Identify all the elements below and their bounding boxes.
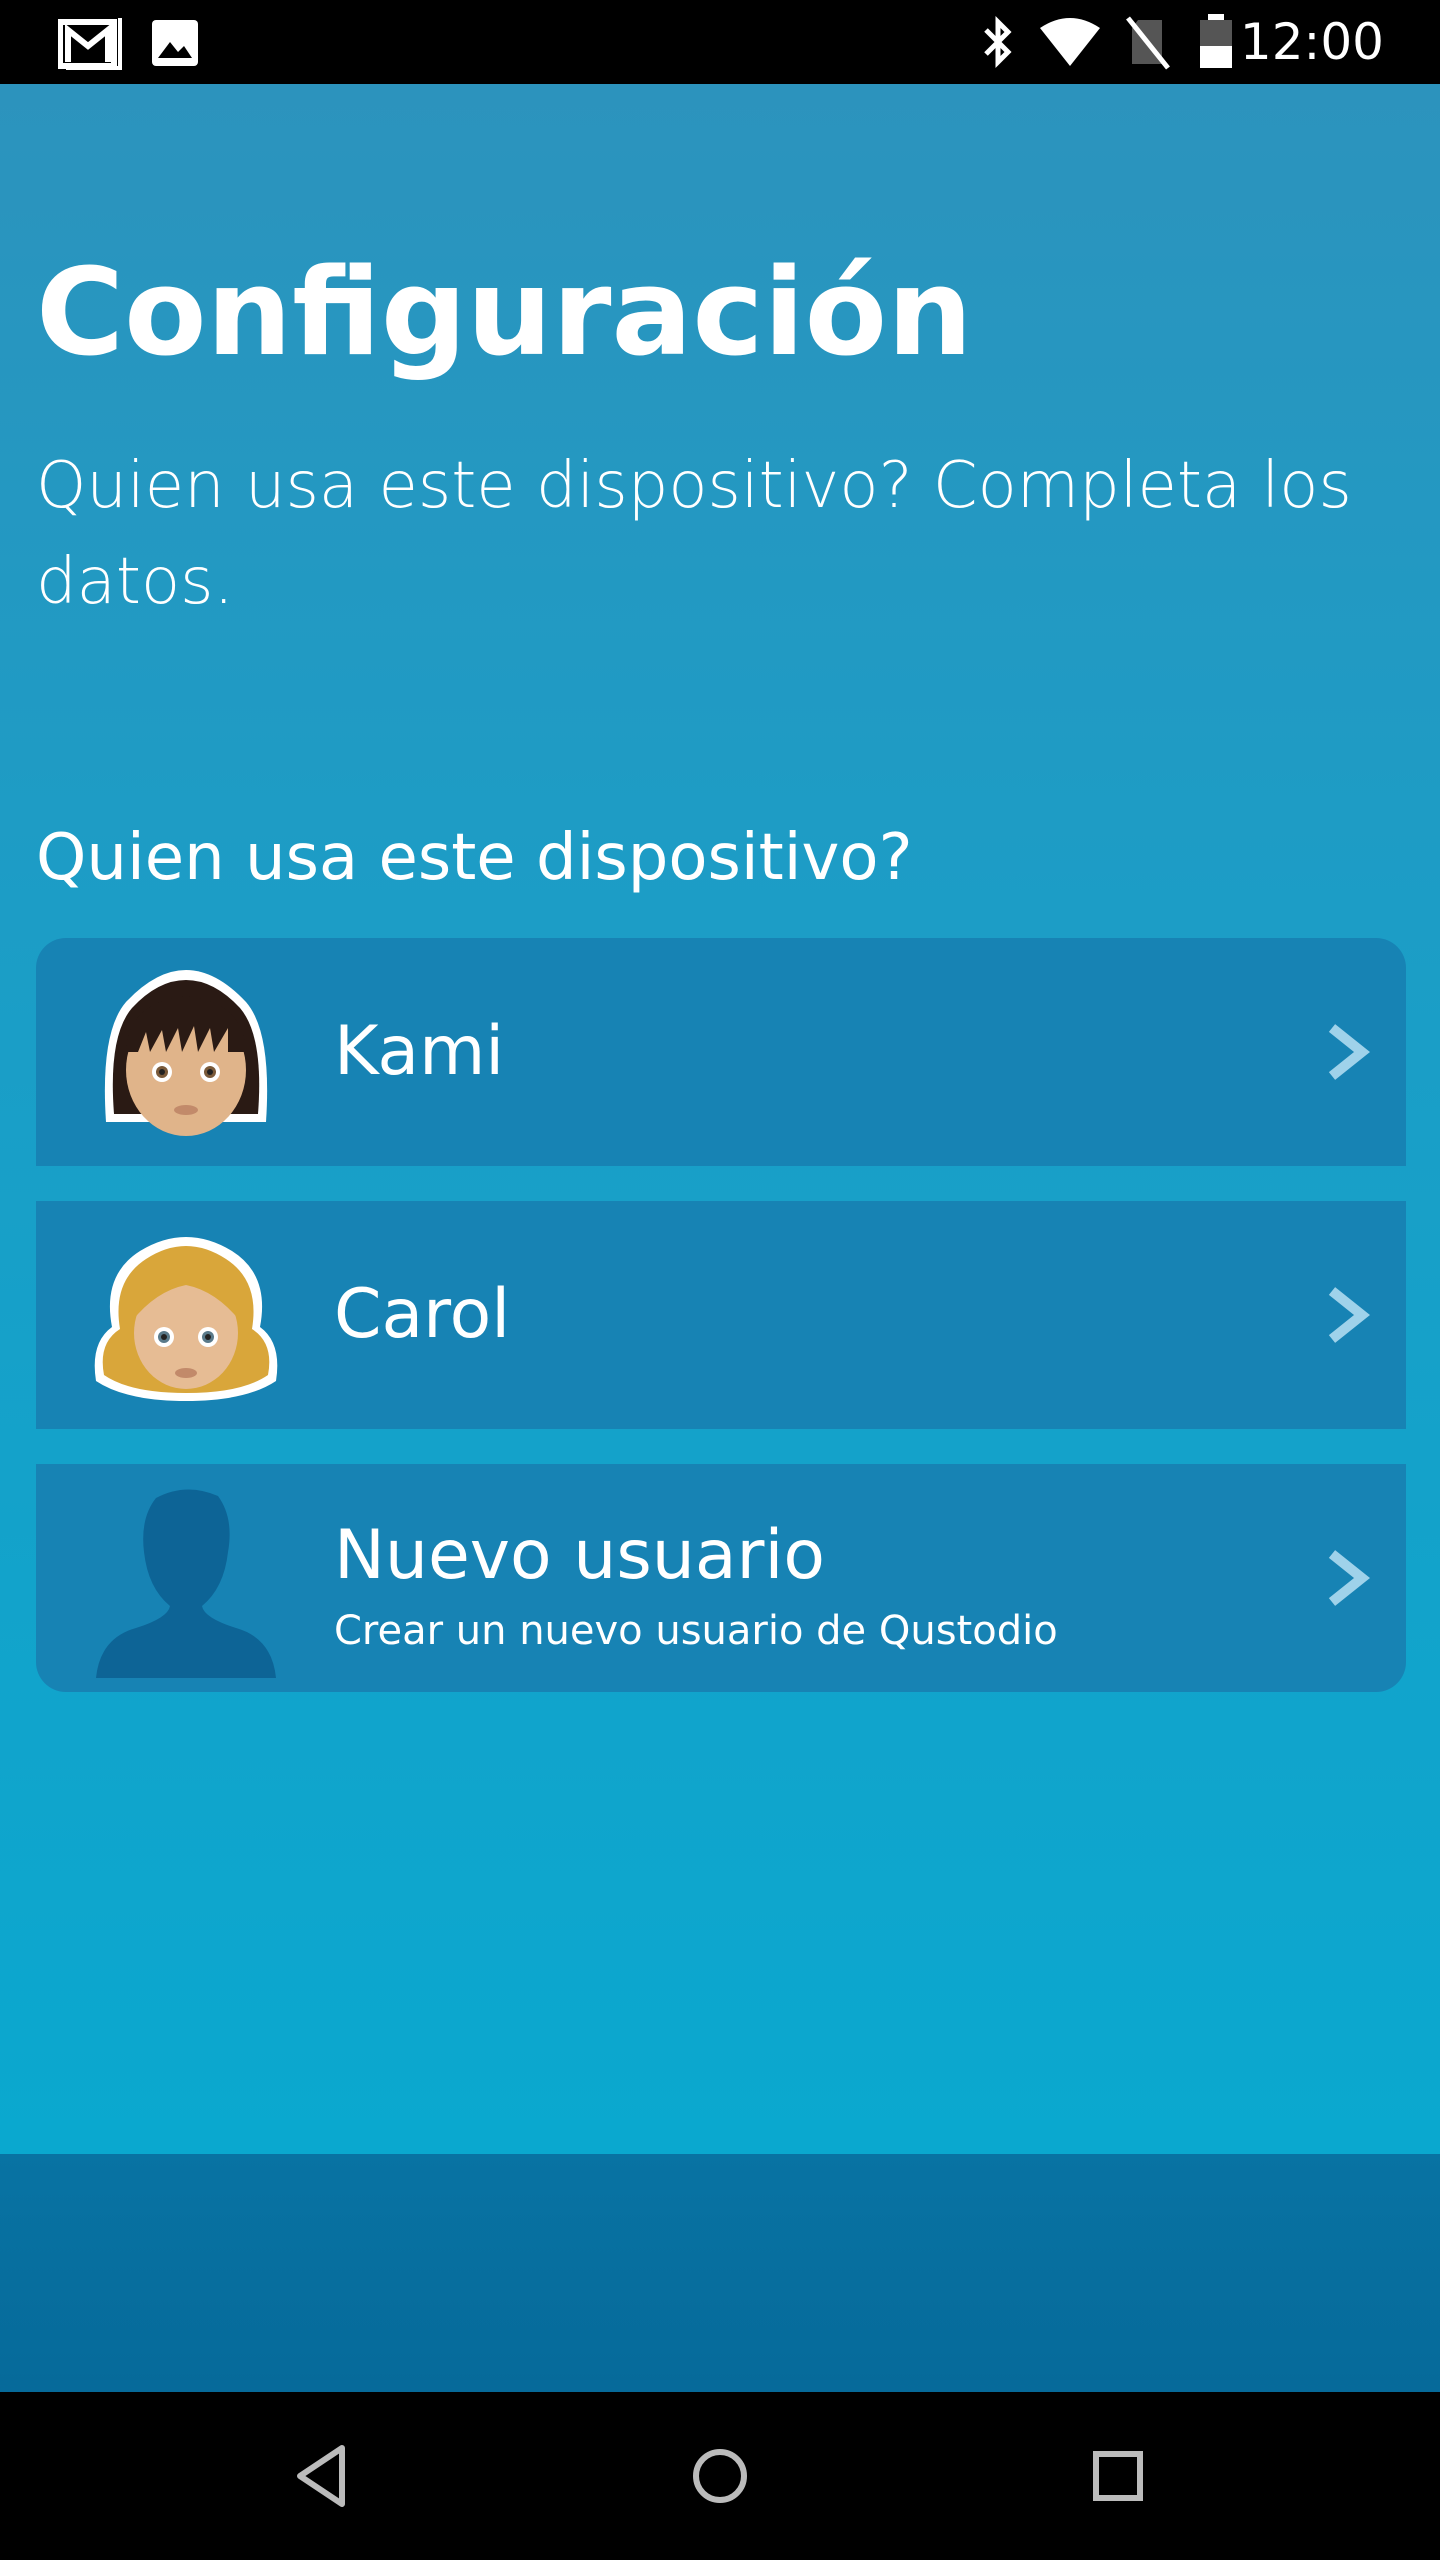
girl-blonde-hair-avatar — [94, 1237, 278, 1401]
new-user-item[interactable]: Nuevo usuario Crear un nuevo usuario de … — [36, 1464, 1406, 1692]
home-icon[interactable] — [680, 2436, 760, 2516]
girl-dark-hair-avatar — [104, 970, 268, 1136]
chevron-right-icon — [1328, 1550, 1371, 1606]
main-content: Configuración Quien usa este dispositivo… — [0, 84, 1440, 2154]
page-title: Configuración — [36, 244, 973, 383]
wifi-icon — [1040, 18, 1100, 66]
bluetooth-icon — [984, 15, 1012, 69]
user-name: Nuevo usuario — [334, 1516, 826, 1595]
user-name: Kami — [334, 1012, 505, 1091]
footer-band — [0, 2154, 1440, 2392]
image-icon — [152, 20, 198, 66]
chevron-right-icon — [1328, 1287, 1371, 1343]
user-item-carol[interactable]: Carol — [36, 1201, 1406, 1429]
screen: 12:00 Configuración Quien usa este dispo… — [0, 0, 1440, 2560]
person-silhouette-icon — [96, 1489, 276, 1678]
user-subtitle: Crear un nuevo usuario de Qustodio — [334, 1608, 1058, 1654]
status-bar: 12:00 — [0, 0, 1440, 84]
back-icon[interactable] — [282, 2436, 362, 2516]
no-sim-icon — [1126, 16, 1170, 70]
user-item-kami[interactable]: Kami — [36, 938, 1406, 1166]
page-subtitle: Quien usa este dispositivo? Completa los… — [36, 449, 1352, 619]
nav-bar — [0, 2392, 1440, 2560]
battery-icon — [1200, 14, 1232, 68]
status-time: 12:00 — [1239, 13, 1384, 71]
gmail-icon — [58, 18, 122, 70]
user-name: Carol — [334, 1275, 511, 1354]
chevron-right-icon — [1328, 1024, 1371, 1080]
recents-icon[interactable] — [1078, 2436, 1158, 2516]
section-label: Quien usa este dispositivo? — [36, 821, 913, 895]
